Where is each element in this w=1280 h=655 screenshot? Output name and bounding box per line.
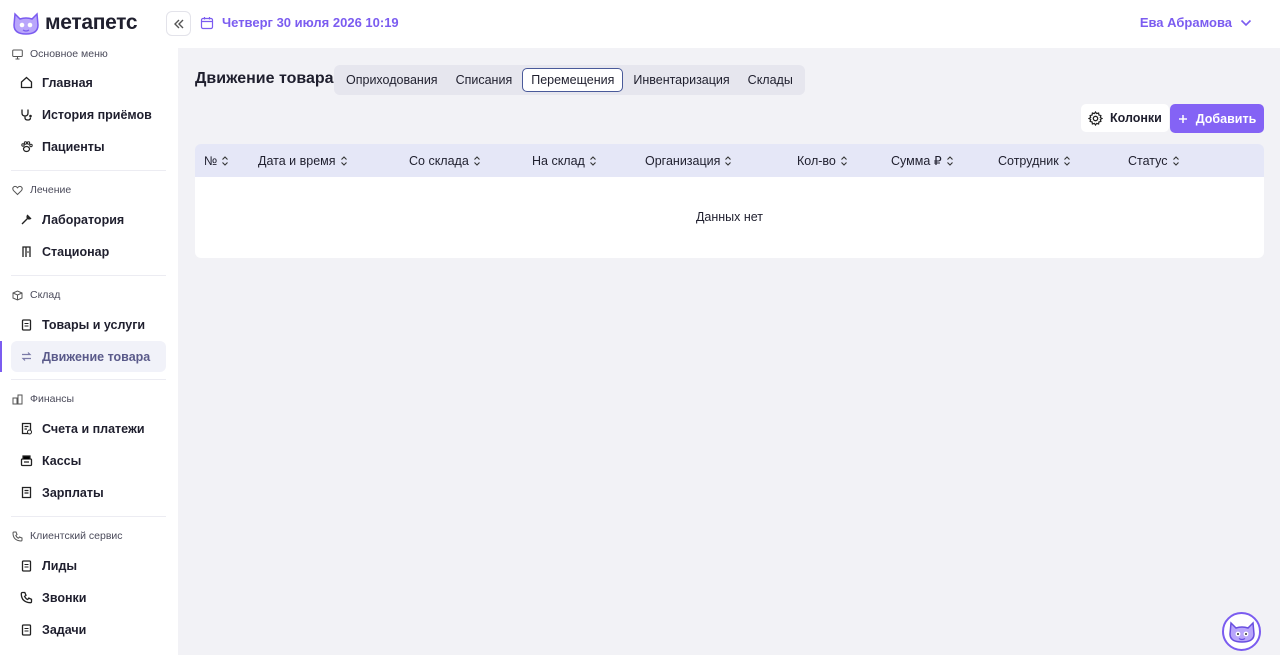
- door-icon: [20, 245, 33, 258]
- sidebar-item-home[interactable]: Главная: [11, 67, 166, 98]
- columns-button[interactable]: Колонки: [1081, 104, 1169, 132]
- divider: [11, 379, 166, 380]
- tab-warehouses[interactable]: Склады: [740, 68, 801, 92]
- clipboard-icon: [20, 318, 33, 331]
- column-header-status[interactable]: Статус: [1128, 144, 1180, 177]
- cat-mascot-icon: [1228, 620, 1256, 644]
- stethoscope-icon: [20, 108, 33, 121]
- tab-receipts[interactable]: Оприходования: [338, 68, 446, 92]
- paw-icon: [20, 140, 33, 153]
- section-treatment: Лечение: [12, 184, 71, 196]
- sidebar-item-goods[interactable]: Товары и услуги: [11, 309, 166, 340]
- cat-logo-icon: [11, 10, 41, 36]
- column-header-organization[interactable]: Организация: [645, 144, 732, 177]
- tab-write-offs[interactable]: Списания: [448, 68, 521, 92]
- sort-icon: [946, 155, 954, 166]
- divider: [11, 170, 166, 171]
- table-body: Данных нет: [195, 177, 1264, 258]
- current-date: Четверг 30 июля 2026 10:19: [200, 15, 399, 30]
- sort-icon: [1172, 155, 1180, 166]
- sidebar-item-cash-registers[interactable]: Кассы: [11, 445, 166, 476]
- cash-register-icon: [20, 454, 33, 467]
- tab-inventory[interactable]: Инвентаризация: [625, 68, 737, 92]
- column-header-quantity[interactable]: Кол-во: [797, 144, 848, 177]
- logo-text: метапетс: [45, 11, 138, 34]
- sort-icon: [840, 155, 848, 166]
- pipette-icon: [20, 213, 33, 226]
- collapse-sidebar-button[interactable]: [166, 11, 191, 36]
- column-header-to-warehouse[interactable]: На склад: [532, 144, 597, 177]
- phone-icon: [20, 591, 33, 604]
- plus-icon: [1178, 114, 1188, 124]
- receipt-icon: [20, 422, 33, 435]
- transfers-table: № Дата и время Со склада На склад Органи…: [195, 144, 1264, 258]
- date-text: Четверг 30 июля 2026 10:19: [222, 15, 399, 30]
- heart-icon: [12, 185, 23, 196]
- column-header-from-warehouse[interactable]: Со склада: [409, 144, 481, 177]
- phone-icon: [12, 531, 23, 542]
- empty-state-text: Данных нет: [695, 210, 764, 224]
- sidebar-item-tasks[interactable]: Задачи: [11, 614, 166, 645]
- column-header-sum[interactable]: Сумма ₽: [891, 144, 954, 177]
- chevron-down-icon: [1240, 19, 1252, 27]
- user-name: Ева Абрамова: [1139, 15, 1232, 30]
- add-button[interactable]: Добавить: [1170, 104, 1264, 133]
- sidebar-item-leads[interactable]: Лиды: [11, 550, 166, 581]
- sidebar-item-visit-history[interactable]: История приёмов: [11, 99, 166, 130]
- section-main-menu: Основное меню: [12, 48, 108, 60]
- column-header-number[interactable]: №: [204, 144, 229, 177]
- sort-icon: [589, 155, 597, 166]
- table-header: № Дата и время Со склада На склад Органи…: [195, 144, 1264, 177]
- column-header-datetime[interactable]: Дата и время: [258, 144, 348, 177]
- sidebar-item-invoices[interactable]: Счета и платежи: [11, 413, 166, 444]
- sort-icon: [340, 155, 348, 166]
- assistant-chat-button[interactable]: [1222, 612, 1261, 651]
- tabs: Оприходования Списания Перемещения Инвен…: [334, 65, 805, 95]
- sidebar-item-hospital[interactable]: Стационар: [11, 236, 166, 267]
- logo[interactable]: метапетс: [11, 10, 138, 36]
- home-icon: [20, 76, 33, 89]
- document-icon: [20, 486, 33, 499]
- sort-icon: [473, 155, 481, 166]
- sidebar-item-patients[interactable]: Пациенты: [11, 131, 166, 162]
- tab-transfers[interactable]: Перемещения: [522, 68, 624, 92]
- sidebar: Основное меню Главная История приёмов Па…: [0, 48, 178, 655]
- box-icon: [12, 289, 23, 301]
- sidebar-item-calls[interactable]: Звонки: [11, 582, 166, 613]
- gear-icon: [1088, 110, 1103, 126]
- clipboard-icon: [20, 623, 33, 636]
- coins-icon: [12, 394, 23, 405]
- divider: [11, 516, 166, 517]
- divider: [11, 275, 166, 276]
- sidebar-item-laboratory[interactable]: Лаборатория: [11, 204, 166, 235]
- calendar-icon: [200, 16, 214, 30]
- monitor-icon: [12, 49, 23, 60]
- sidebar-item-goods-movement[interactable]: Движение товара: [0, 341, 166, 372]
- sort-icon: [724, 155, 732, 166]
- user-menu[interactable]: Ева Абрамова: [1140, 15, 1252, 30]
- sort-icon: [1063, 155, 1071, 166]
- section-warehouse: Склад: [12, 289, 60, 301]
- double-chevron-left-icon: [173, 19, 185, 29]
- section-client-service: Клиентский сервис: [12, 530, 123, 542]
- arrows-swap-icon: [20, 350, 33, 363]
- section-finance: Финансы: [12, 393, 74, 405]
- clipboard-icon: [20, 559, 33, 572]
- sidebar-item-salaries[interactable]: Зарплаты: [11, 477, 166, 508]
- main-content: Движение товара Оприходования Списания П…: [178, 48, 1280, 655]
- column-header-employee[interactable]: Сотрудник: [998, 144, 1071, 177]
- page-title: Движение товара: [195, 70, 334, 87]
- sort-icon: [221, 155, 229, 166]
- top-bar: метапетс Четверг 30 июля 2026 10:19 Ева …: [0, 0, 1280, 48]
